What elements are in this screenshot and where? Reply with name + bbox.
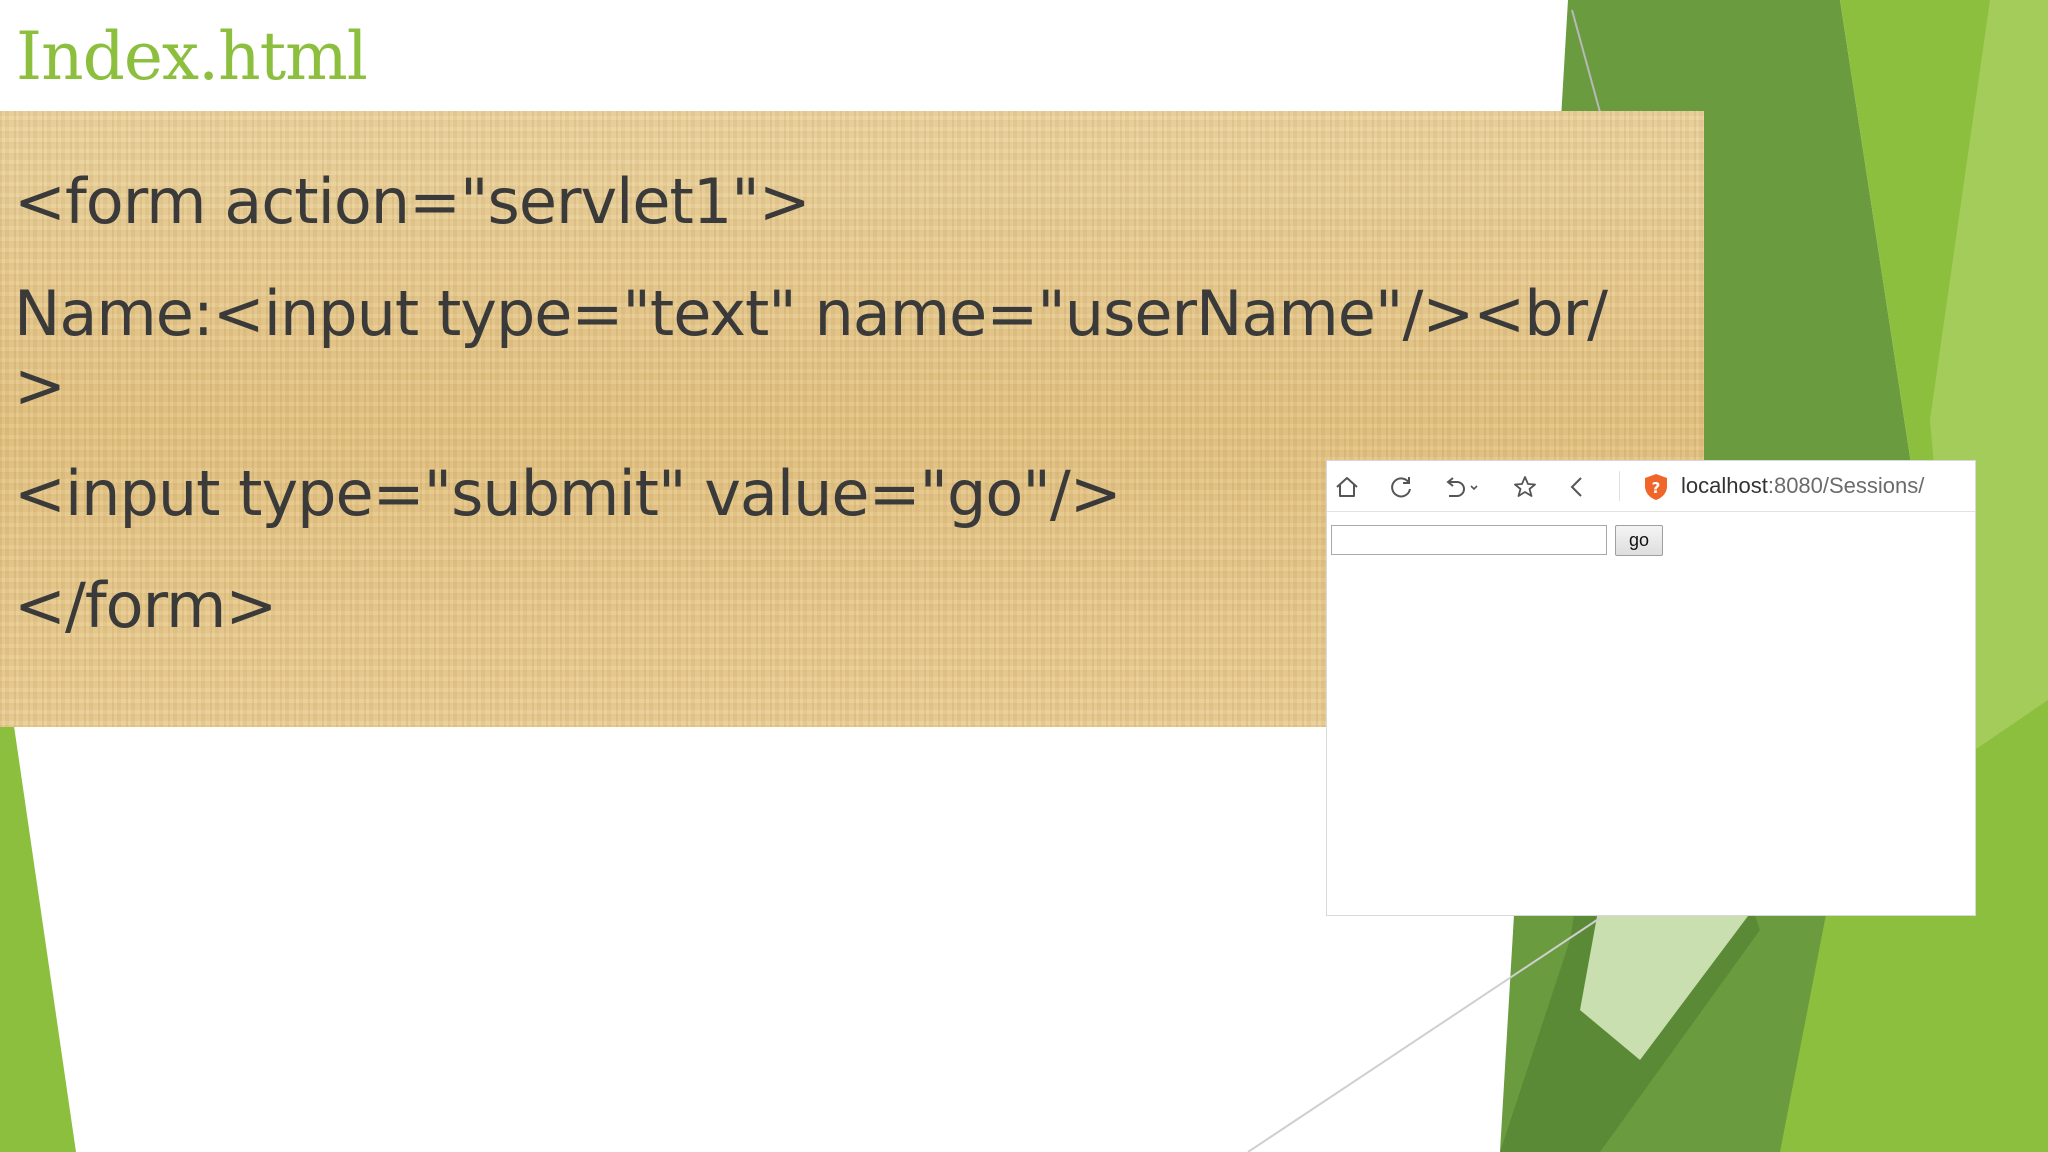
address-path: :8080/Sessions/ bbox=[1767, 473, 1925, 498]
address-host: localhost bbox=[1681, 473, 1768, 498]
address-bar-url[interactable]: localhost:8080/Sessions/ bbox=[1681, 473, 1924, 499]
browser-screenshot: ? localhost:8080/Sessions/ go bbox=[1326, 460, 1976, 916]
undo-icon[interactable] bbox=[1441, 473, 1481, 501]
code-line-br-close: > bbox=[14, 349, 66, 422]
toolbar-separator bbox=[1619, 471, 1620, 501]
go-submit-button[interactable]: go bbox=[1615, 525, 1663, 556]
username-text-input[interactable] bbox=[1331, 525, 1607, 555]
code-line-name-input: Name:<input type="text" name="userName"/… bbox=[14, 277, 1608, 350]
reload-icon[interactable] bbox=[1387, 473, 1415, 501]
code-line-form-open: <form action="servlet1"> bbox=[14, 165, 811, 238]
star-icon[interactable] bbox=[1511, 473, 1539, 501]
green-facet-left bbox=[0, 720, 76, 1152]
browser-toolbar: ? localhost:8080/Sessions/ bbox=[1327, 461, 1975, 512]
code-line-submit-input: <input type="submit" value="go"/> bbox=[14, 457, 1122, 530]
home-icon[interactable] bbox=[1333, 473, 1361, 501]
slide-title: Index.html bbox=[16, 18, 368, 95]
code-line-form-close: </form> bbox=[14, 569, 277, 642]
shield-icon[interactable]: ? bbox=[1643, 473, 1669, 501]
svg-text:?: ? bbox=[1652, 479, 1661, 497]
back-icon[interactable] bbox=[1563, 473, 1591, 501]
